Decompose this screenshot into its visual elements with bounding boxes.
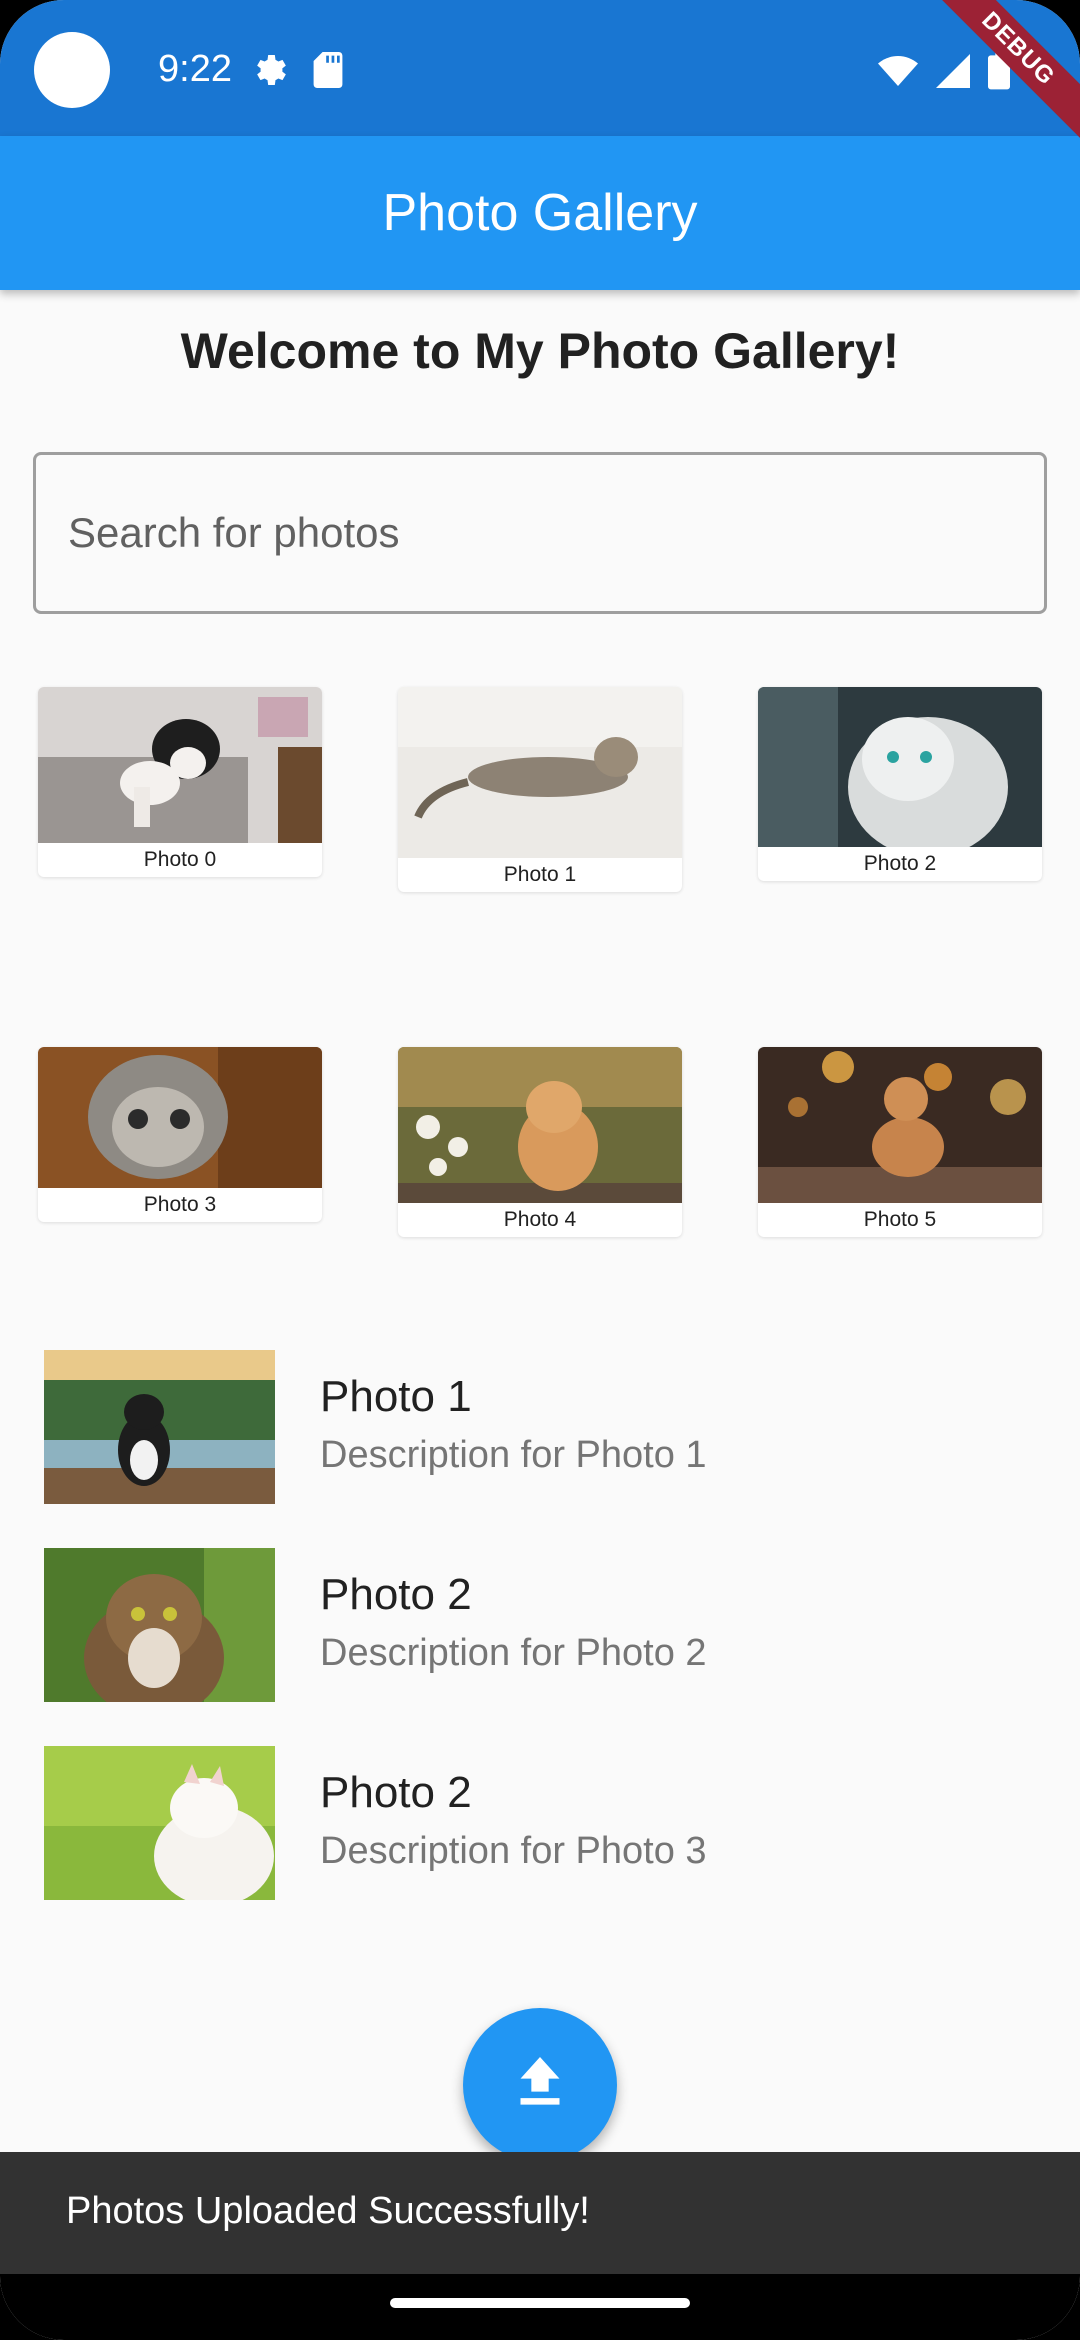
app-bar: Photo Gallery <box>0 136 1080 290</box>
snackbar: Photos Uploaded Successfully! <box>0 2152 1080 2274</box>
camera-cutout <box>34 32 110 108</box>
list-item-description: Description for Photo 3 <box>320 1830 707 1872</box>
grid-photo-card-3[interactable]: Photo 3 <box>38 1047 322 1222</box>
settings-icon <box>250 50 290 95</box>
list-item[interactable]: Photo 2 Description for Photo 2 <box>44 1548 1044 1702</box>
photo-thumbnail <box>38 687 322 843</box>
list-item-title: Photo 1 <box>320 1372 472 1421</box>
photo-thumbnail <box>38 1047 322 1188</box>
home-indicator[interactable] <box>390 2298 690 2308</box>
signal-icon <box>936 54 970 93</box>
photo-caption: Photo 2 <box>863 852 937 875</box>
upload-fab[interactable] <box>463 2008 617 2162</box>
grid-photo-card-0[interactable]: Photo 0 <box>38 687 322 877</box>
list-item[interactable]: Photo 1 Description for Photo 1 <box>44 1350 1044 1504</box>
grid-photo-card-1[interactable]: Photo 1 <box>398 687 682 892</box>
snackbar-message: Photos Uploaded Successfully! <box>66 2190 590 2232</box>
search-input[interactable] <box>33 452 1047 614</box>
list-thumbnail <box>44 1746 275 1900</box>
photo-thumbnail <box>758 1047 1042 1203</box>
sd-card-icon <box>312 52 344 93</box>
status-icons-right <box>878 52 1010 95</box>
photo-caption: Photo 5 <box>863 1208 937 1231</box>
photo-caption: Photo 1 <box>503 863 577 886</box>
upload-icon <box>517 2056 563 2114</box>
photo-caption: Photo 4 <box>503 1208 577 1231</box>
wifi-icon <box>878 55 918 92</box>
grid-photo-card-2[interactable]: Photo 2 <box>758 687 1042 881</box>
list-item-description: Description for Photo 2 <box>320 1632 707 1674</box>
grid-photo-card-5[interactable]: Photo 5 <box>758 1047 1042 1237</box>
photo-thumbnail <box>758 687 1042 847</box>
app-screen: 9:22 DEBUG Photo Gallery Welcome to My P… <box>0 0 1080 2340</box>
status-icons-left <box>250 50 344 95</box>
photo-caption: Photo 3 <box>143 1193 217 1216</box>
welcome-heading: Welcome to My Photo Gallery! <box>180 323 900 379</box>
photo-thumbnail <box>398 687 682 858</box>
list-item-description: Description for Photo 1 <box>320 1434 707 1476</box>
list-item-title: Photo 2 <box>320 1570 472 1619</box>
status-time: 9:22 <box>158 48 232 90</box>
system-nav-bar <box>0 2274 1080 2340</box>
list-thumbnail <box>44 1548 275 1702</box>
list-item[interactable]: Photo 2 Description for Photo 3 <box>44 1746 1044 1900</box>
grid-photo-card-4[interactable]: Photo 4 <box>398 1047 682 1237</box>
list-thumbnail <box>44 1350 275 1504</box>
list-item-title: Photo 2 <box>320 1768 472 1817</box>
status-bar: 9:22 DEBUG <box>0 0 1080 148</box>
app-bar-title: Photo Gallery <box>382 184 698 242</box>
photo-thumbnail <box>398 1047 682 1203</box>
photo-caption: Photo 0 <box>143 848 217 871</box>
